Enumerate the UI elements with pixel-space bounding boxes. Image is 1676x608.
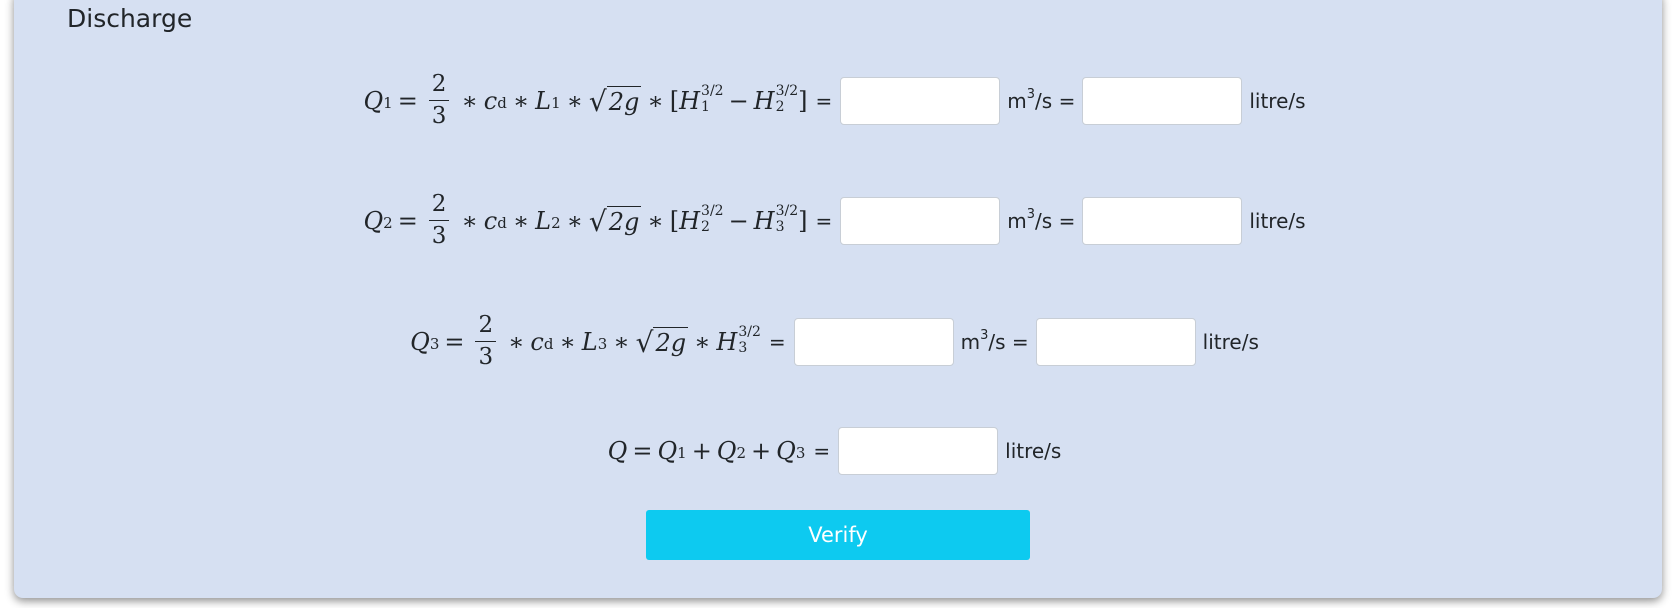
unit-m3-per-s: m3/s = [1007,86,1076,113]
section-title: Discharge [67,4,193,33]
equation-row-q2: Q2 = 23 ∗ cd ∗ L2 ∗ √ 2g ∗ [ H 3/2 2 − H 3/2… [363,191,1306,249]
fraction: 23 [428,73,450,128]
formula-total: Q = Q1 + Q2 + Q3 [607,437,806,465]
unit-litre-per-s: litre/s [1249,88,1306,113]
equation-row-q1: Q1 = 23 ∗ cd ∗ L1 ∗ √ 2g ∗ [ H 3/2 1 − H 3/2… [363,71,1306,129]
square-root: √ 2g [635,325,689,359]
unit-litre-per-s: litre/s [1202,329,1259,354]
q3-litre-input[interactable] [1035,317,1196,366]
equation-row-q3: Q3 = 23 ∗ cd ∗ L3 ∗ √ 2g ∗ H 3/2 3 = m3/s =… [410,312,1259,370]
formula-q2: Q2 = 23 ∗ cd ∗ L2 ∗ √ 2g ∗ [ H 3/2 2 − H 3/2… [363,191,808,249]
unit-litre-per-s: litre/s [1249,208,1306,233]
equation-row-total: Q = Q1 + Q2 + Q3 = litre/s [0,427,1676,475]
square-root: √ 2g [588,84,642,118]
q1-litre-input[interactable] [1082,76,1243,125]
square-root: √ 2g [588,204,642,238]
q2-m3-input[interactable] [840,196,1001,245]
q3-m3-input[interactable] [793,317,954,366]
q2-litre-input[interactable] [1082,196,1243,245]
formula-q3: Q3 = 23 ∗ cd ∗ L3 ∗ √ 2g ∗ H 3/2 3 [410,312,761,370]
unit-m3-per-s: m3/s = [1007,206,1076,233]
formula-q1: Q1 = 23 ∗ cd ∗ L1 ∗ √ 2g ∗ [ H 3/2 1 − H 3/2… [363,71,808,129]
q-total-litre-input[interactable] [838,427,999,475]
fraction: 23 [428,193,450,248]
unit-litre-per-s: litre/s [1005,439,1062,463]
fraction: 23 [475,314,497,369]
verify-button[interactable]: Verify [646,510,1030,560]
q1-m3-input[interactable] [840,76,1001,125]
unit-m3-per-s: m3/s = [960,327,1029,354]
